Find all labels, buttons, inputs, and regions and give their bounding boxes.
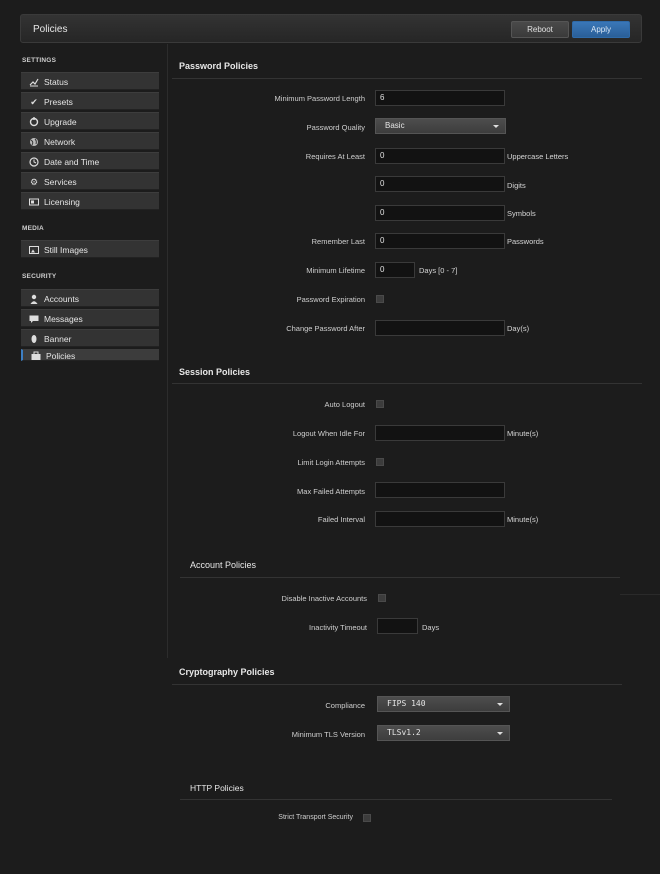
strict-transport-security-checkbox[interactable] xyxy=(363,814,371,822)
min-lifetime-label: Minimum Lifetime xyxy=(306,266,365,275)
user-icon xyxy=(29,294,39,304)
change-password-after-suffix: Day(s) xyxy=(507,324,530,333)
account-policies-title: Account Policies xyxy=(190,560,257,570)
banner-icon xyxy=(29,334,39,344)
uppercase-input[interactable]: 0 xyxy=(375,148,505,164)
digits-suffix: Digits xyxy=(507,181,526,190)
upgrade-icon xyxy=(29,117,39,127)
uppercase-suffix: Uppercase Letters xyxy=(507,152,569,161)
limit-login-attempts-checkbox[interactable] xyxy=(376,458,384,466)
auto-logout-checkbox[interactable] xyxy=(376,400,384,408)
min-lifetime-suffix: Days [0 - 7] xyxy=(419,266,458,275)
http-policies-title: HTTP Policies xyxy=(190,783,244,793)
disable-inactive-accounts-checkbox[interactable] xyxy=(378,594,386,602)
top-bar: Policies Reboot Apply xyxy=(20,14,642,43)
inactivity-timeout-suffix: Days xyxy=(422,623,440,632)
security-heading: SECURITY xyxy=(22,273,57,280)
sidebar-item-date-and-time[interactable]: Date and Time xyxy=(21,152,159,170)
gear-icon: ⚙ xyxy=(29,177,39,187)
clock-icon xyxy=(29,157,39,167)
failed-interval-label: Failed Interval xyxy=(317,515,365,524)
image-icon xyxy=(29,245,39,255)
chevron-down-icon xyxy=(493,125,499,128)
compliance-label: Compliance xyxy=(325,701,365,710)
min-password-length-label: Minimum Password Length xyxy=(274,94,365,103)
limit-login-attempts-label: Limit Login Attempts xyxy=(297,458,365,467)
min-tls-version-select[interactable]: TLSv1.2 xyxy=(377,725,510,741)
section-divider xyxy=(172,684,622,685)
message-icon xyxy=(29,314,39,324)
min-lifetime-input[interactable]: 0 xyxy=(375,262,415,278)
sidebar-item-services[interactable]: ⚙ Services xyxy=(21,172,159,190)
chevron-down-icon xyxy=(497,732,503,735)
license-icon xyxy=(29,197,39,207)
media-heading: MEDIA xyxy=(22,225,44,232)
section-divider xyxy=(172,383,642,384)
cryptography-policies-title: Cryptography Policies xyxy=(179,667,275,677)
symbols-input[interactable]: 0 xyxy=(375,205,505,221)
section-divider xyxy=(180,577,620,578)
sidebar-item-messages[interactable]: Messages xyxy=(21,309,159,327)
section-divider xyxy=(180,799,612,800)
min-tls-version-label: Minimum TLS Version xyxy=(291,730,365,739)
sidebar-divider xyxy=(167,44,168,658)
inactivity-timeout-input[interactable] xyxy=(377,618,418,634)
sidebar-item-network[interactable]: Network xyxy=(21,132,159,150)
remember-last-input[interactable]: 0 xyxy=(375,233,505,249)
sidebar-item-upgrade[interactable]: Upgrade xyxy=(21,112,159,130)
sidebar-item-policies[interactable]: Policies xyxy=(21,349,159,361)
sidebar-item-status[interactable]: Status xyxy=(21,72,159,90)
reboot-button[interactable]: Reboot xyxy=(511,21,569,38)
failed-interval-suffix: Minute(s) xyxy=(507,515,539,524)
password-quality-select[interactable]: Basic xyxy=(375,118,506,134)
max-failed-attempts-label: Max Failed Attempts xyxy=(297,487,365,496)
digits-input[interactable]: 0 xyxy=(375,176,505,192)
sidebar-item-still-images[interactable]: Still Images xyxy=(21,240,159,258)
strict-transport-security-label: Strict Transport Security xyxy=(278,814,353,821)
change-password-after-input[interactable] xyxy=(375,320,505,336)
edge-divider xyxy=(620,594,660,595)
logout-idle-suffix: Minute(s) xyxy=(507,429,539,438)
password-quality-label: Password Quality xyxy=(306,123,365,132)
failed-interval-input[interactable] xyxy=(375,511,505,527)
logout-idle-label: Logout When Idle For xyxy=(292,429,365,438)
remember-last-label: Remember Last xyxy=(311,237,365,246)
password-policies-title: Password Policies xyxy=(179,61,259,71)
password-expiration-label: Password Expiration xyxy=(296,295,365,304)
chevron-down-icon xyxy=(497,703,503,706)
section-divider xyxy=(172,78,642,79)
min-password-length-input[interactable]: 6 xyxy=(375,90,505,106)
change-password-after-label: Change Password After xyxy=(286,324,365,333)
globe-icon xyxy=(29,137,39,147)
symbols-suffix: Symbols xyxy=(507,209,536,218)
briefcase-icon xyxy=(31,351,41,361)
session-policies-title: Session Policies xyxy=(179,367,251,377)
settings-heading: SETTINGS xyxy=(22,57,57,64)
check-icon: ✔ xyxy=(30,97,38,107)
auto-logout-label: Auto Logout xyxy=(324,400,365,409)
logout-idle-input[interactable] xyxy=(375,425,505,441)
remember-last-suffix: Passwords xyxy=(507,237,544,246)
sidebar-item-accounts[interactable]: Accounts xyxy=(21,289,159,307)
max-failed-attempts-input[interactable] xyxy=(375,482,505,498)
apply-button[interactable]: Apply xyxy=(572,21,630,38)
compliance-select[interactable]: FIPS 140 xyxy=(377,696,510,712)
requires-at-least-label: Requires At Least xyxy=(305,152,365,161)
sidebar-item-presets[interactable]: ✔ Presets xyxy=(21,92,159,110)
inactivity-timeout-label: Inactivity Timeout xyxy=(309,623,367,632)
sidebar-item-banner[interactable]: Banner xyxy=(21,329,159,347)
sidebar-item-licensing[interactable]: Licensing xyxy=(21,192,159,210)
page-title: Policies xyxy=(33,24,68,35)
disable-inactive-accounts-label: Disable Inactive Accounts xyxy=(281,594,367,603)
chart-icon xyxy=(29,77,39,87)
password-expiration-checkbox[interactable] xyxy=(376,295,384,303)
